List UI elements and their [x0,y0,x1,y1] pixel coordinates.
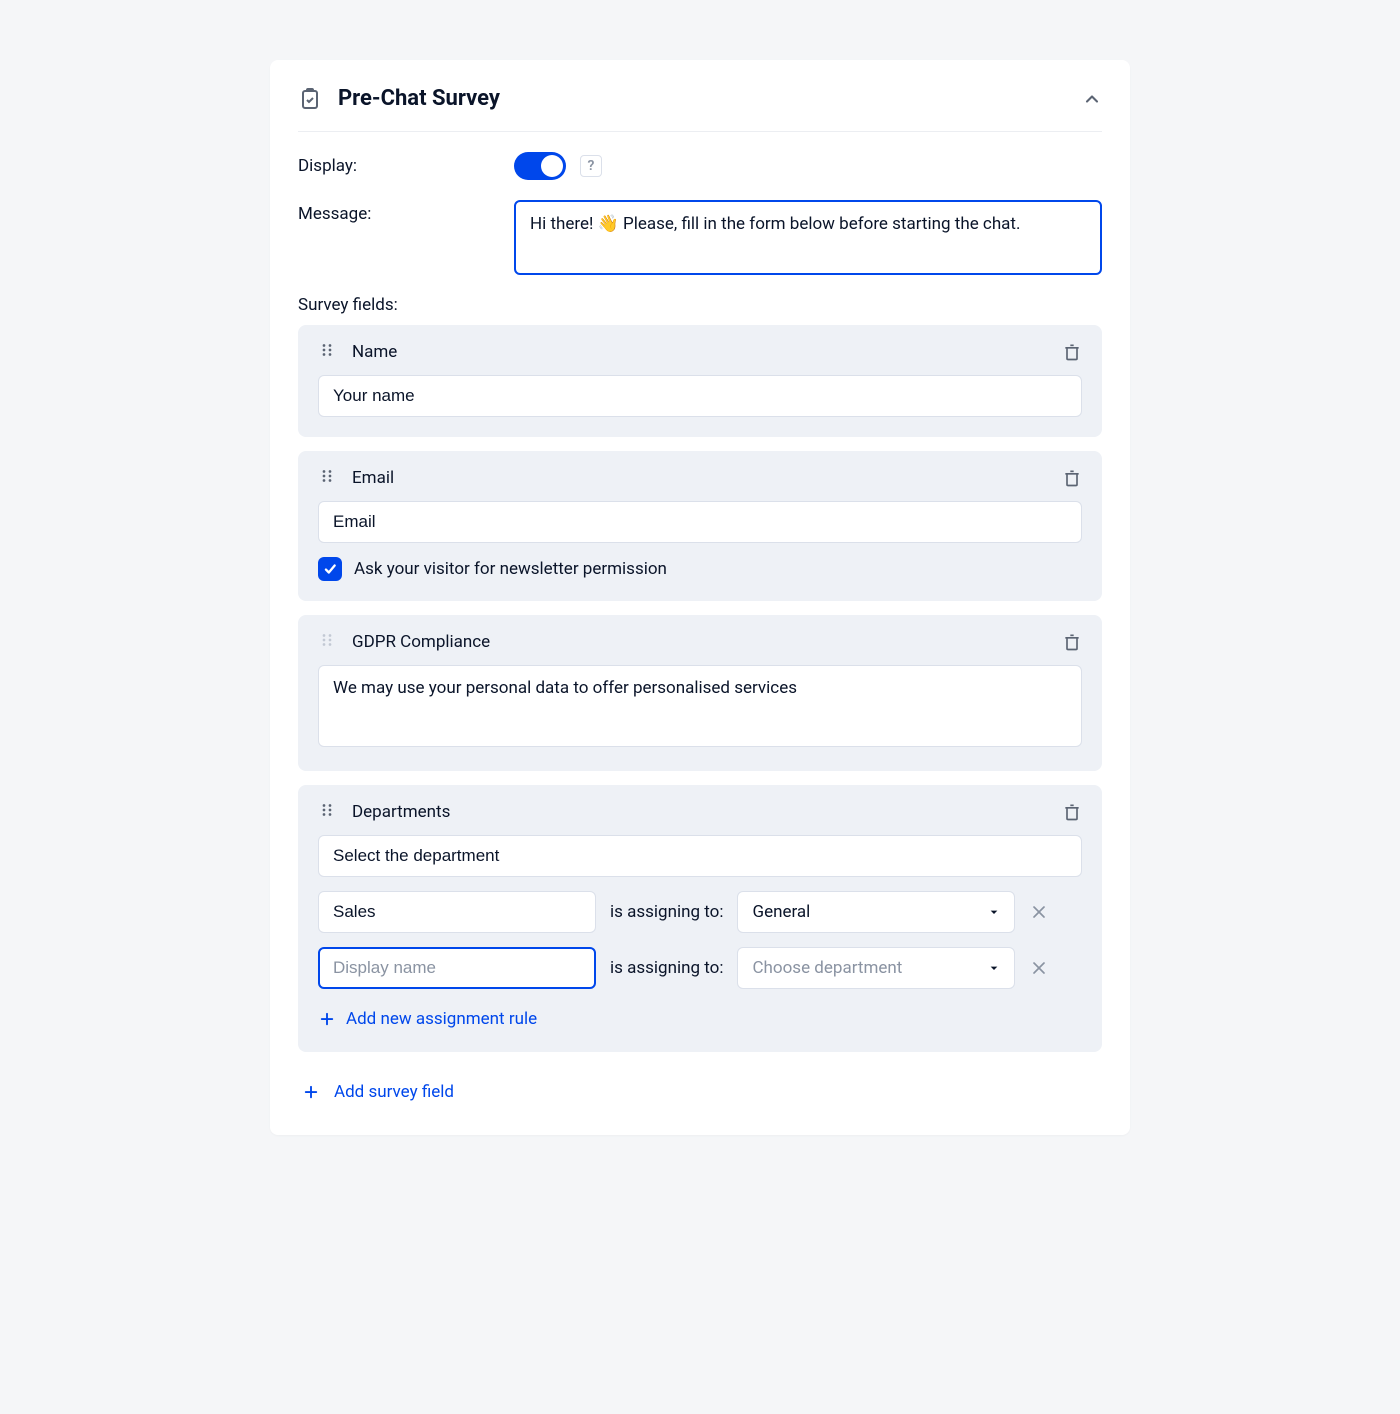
delete-field-icon[interactable] [1062,468,1082,488]
display-name-input[interactable] [318,891,596,933]
add-assignment-rule-label: Add new assignment rule [346,1009,537,1029]
remove-rule-icon[interactable] [1029,958,1049,978]
help-icon[interactable]: ? [580,155,602,177]
message-row: Message: [298,200,1102,275]
departments-prompt-input[interactable] [318,835,1082,877]
field-title: Name [352,342,1062,362]
caret-down-icon [986,904,1002,920]
card-title: Pre-Chat Survey [338,86,1082,111]
add-assignment-rule-button[interactable]: Add new assignment rule [318,1009,537,1029]
delete-field-icon[interactable] [1062,342,1082,362]
clipboard-check-icon [298,87,322,111]
display-label: Display: [298,152,514,176]
assign-label: is assigning to: [610,902,723,922]
department-select-value: General [752,902,810,922]
field-title: Departments [352,802,1062,822]
message-textarea[interactable] [514,200,1102,275]
email-value-input[interactable] [318,501,1082,543]
card-header: Pre-Chat Survey [298,86,1102,132]
field-title: GDPR Compliance [352,632,1062,652]
drag-handle-icon [318,631,336,653]
collapse-chevron-up-icon[interactable] [1082,89,1102,109]
assignment-rule-row: is assigning to: Choose department [318,947,1082,989]
drag-handle-icon[interactable] [318,341,336,363]
gdpr-textarea[interactable] [318,665,1082,747]
survey-fields-label: Survey fields: [298,295,1102,315]
department-select[interactable]: General [737,891,1015,933]
add-survey-field-label: Add survey field [334,1082,454,1102]
caret-down-icon [986,960,1002,976]
toggle-knob [541,155,563,177]
survey-field-gdpr: GDPR Compliance [298,615,1102,771]
newsletter-checkbox-label: Ask your visitor for newsletter permissi… [354,559,667,579]
delete-field-icon[interactable] [1062,632,1082,652]
survey-field-departments: Departments is assigning to: General is … [298,785,1102,1052]
name-value-input[interactable] [318,375,1082,417]
display-row: Display: ? [298,152,1102,180]
department-select[interactable]: Choose department [737,947,1015,989]
newsletter-permission-row: Ask your visitor for newsletter permissi… [318,557,1082,581]
add-survey-field-button[interactable]: Add survey field [302,1082,454,1102]
drag-handle-icon[interactable] [318,801,336,823]
display-toggle[interactable] [514,152,566,180]
department-select-value: Choose department [752,958,902,978]
assignment-rule-row: is assigning to: General [318,891,1082,933]
display-name-input[interactable] [318,947,596,989]
pre-chat-survey-card: Pre-Chat Survey Display: ? Message: Surv… [270,60,1130,1135]
assign-label: is assigning to: [610,958,723,978]
survey-field-email: Email Ask your visitor for newsletter pe… [298,451,1102,601]
message-label: Message: [298,200,514,224]
remove-rule-icon[interactable] [1029,902,1049,922]
drag-handle-icon[interactable] [318,467,336,489]
field-title: Email [352,468,1062,488]
delete-field-icon[interactable] [1062,802,1082,822]
newsletter-checkbox[interactable] [318,557,342,581]
survey-field-name: Name [298,325,1102,437]
